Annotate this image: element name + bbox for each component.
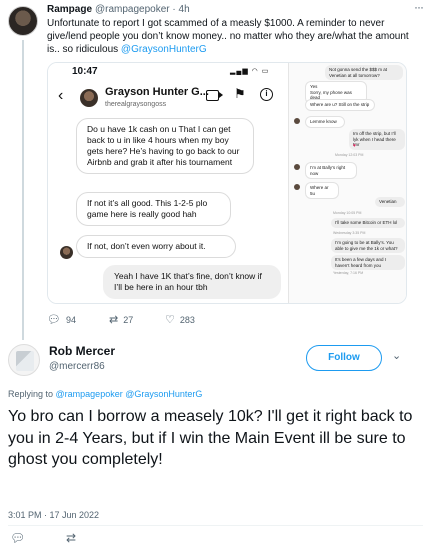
replying-to: Replying to @rampagepoker @GraysonHunter…: [8, 389, 203, 399]
message-bubble: Do u have 1k cash on u That I can get ba…: [76, 118, 254, 174]
timestamp: Monday 10:05 PM: [333, 211, 362, 215]
contact-avatar-tiny: [294, 164, 300, 170]
side-message: I’ll take some Bitcoin or ETH lol: [331, 218, 405, 228]
avatar[interactable]: [8, 6, 38, 36]
divider: [8, 525, 423, 526]
mention-link[interactable]: @GraysonHunterG: [121, 44, 207, 55]
dm-screenshot-main: 10:47 ▂▄▆ ◠ ▭ ‹ Grayson Hunter G... ther…: [48, 63, 288, 303]
reply-icon[interactable]: 💬︎: [10, 531, 25, 545]
timestamp: Yesterday, 7:16 PM: [333, 271, 364, 275]
message-bubble: If not, don’t even worry about it.: [76, 235, 236, 258]
contact-avatar: [80, 89, 98, 107]
more-icon[interactable]: ···: [414, 0, 424, 14]
author-handle-time[interactable]: @rampagepoker · 4h: [95, 4, 190, 15]
side-message: I’m going to be at Bally’s. You able to …: [331, 238, 405, 253]
side-message: Where ar 5u: [305, 182, 339, 199]
author-name[interactable]: Rampage: [47, 4, 92, 15]
tweet-actions: 💬︎ ⇄: [8, 531, 423, 549]
tweet-actions: 💬︎ 94 ⇄ 27 ♡ 283: [47, 313, 307, 329]
video-call-icon: [206, 90, 223, 101]
author-name[interactable]: Rob Mercer: [49, 344, 115, 358]
retweet-button[interactable]: ⇄ 27: [109, 313, 133, 326]
timestamp: Wednesday 3:35 PM: [333, 231, 366, 235]
tweet-text: Unfortunate to report I got scammed of a…: [47, 18, 409, 55]
like-button[interactable]: ♡ 283: [165, 313, 195, 326]
contact-avatar-small: [60, 246, 73, 259]
message-bubble: If not it’s all good. This 1-2-5 plo gam…: [76, 192, 231, 226]
back-arrow-icon: ‹: [58, 87, 64, 104]
contact-avatar-tiny: [294, 184, 300, 190]
info-icon: i: [260, 88, 273, 101]
side-message: It’s been a few days and I haven’t heard…: [331, 255, 405, 270]
mention-link[interactable]: @rampagepoker @GraysonHunterG: [56, 389, 203, 399]
side-message: I’m at Bally’s right now: [305, 162, 357, 179]
avatar[interactable]: [8, 344, 40, 376]
follow-button[interactable]: Follow: [306, 345, 382, 371]
reply-icon: 💬︎: [47, 314, 61, 326]
dm-screenshot-continuation: Not gonna send the $$$ m at Venetian at …: [288, 63, 406, 303]
heart-icon: ♡: [165, 314, 175, 326]
attached-image[interactable]: 10:47 ▂▄▆ ◠ ▭ ‹ Grayson Hunter G... ther…: [47, 62, 407, 304]
status-time: 10:47: [72, 66, 98, 77]
author-handle[interactable]: @mercerr86: [49, 361, 105, 372]
retweet-icon: ⇄: [109, 314, 119, 326]
tweet-timestamp[interactable]: 3:01 PM · 17 Jun 2022: [8, 510, 99, 520]
signal-wifi-battery-icon: ▂▄▆ ◠ ▭: [230, 68, 270, 75]
side-message: Im off the strip, but I’ll lyk when I he…: [349, 129, 405, 150]
reply-button[interactable]: 💬︎ 94: [47, 313, 76, 326]
flag-icon: ⚑: [234, 86, 246, 101]
tweet-text: Yo bro can I borrow a measely 10k? I'll …: [8, 408, 413, 468]
original-tweet[interactable]: Rampage @rampagepoker · 4h ··· Unfortuna…: [0, 0, 431, 340]
timestamp: Monday 12:03 PM: [335, 153, 364, 157]
contact-handle: therealgraysongoss: [105, 101, 167, 108]
side-message: Venetian: [375, 197, 405, 207]
contact-name: Grayson Hunter G...: [105, 86, 209, 98]
chevron-down-icon[interactable]: ⌄: [392, 349, 401, 362]
side-message: Where are u? Still on the strip: [305, 99, 375, 111]
thread-line: [22, 40, 24, 340]
message-bubble-self: Yeah I have 1K that’s fine, don’t know i…: [103, 265, 281, 299]
side-message: Not gonna send the $$$ m at Venetian at …: [325, 65, 403, 80]
side-message: Lemme know: [305, 116, 345, 128]
reaction-heart-icon: ♥: [353, 143, 356, 149]
retweet-icon[interactable]: ⇄: [66, 531, 76, 545]
contact-avatar-tiny: [294, 118, 300, 124]
